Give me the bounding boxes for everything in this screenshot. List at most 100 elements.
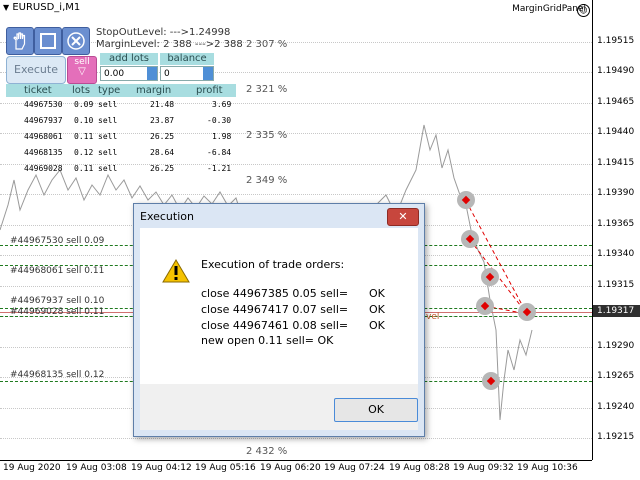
terminal-window: #44967530 sell 0.09 #44968061 sell 0.11 … [0, 0, 640, 480]
price-tick: 1.19215 [597, 432, 635, 442]
sell-button[interactable]: sell ▽ [67, 56, 97, 84]
table-row[interactable]: 44969028 0.11 sell 26.25 -1.21 [6, 161, 236, 177]
execution-status: OK [369, 287, 385, 300]
execution-status: OK [369, 319, 385, 332]
column-header: type [98, 85, 121, 96]
current-price-badge: 1.19317 [593, 305, 640, 317]
table-row[interactable]: 44967937 0.10 sell 23.87 -0.30 [6, 113, 236, 129]
new-open-line: new open 0.11 sell= OK [201, 334, 334, 347]
table-row[interactable]: 44968135 0.12 sell 28.64 -6.84 [6, 145, 236, 161]
cell-profit: -6.84 [207, 148, 232, 157]
add-lots-label: add lots [100, 53, 158, 65]
order-marker[interactable] [461, 230, 479, 248]
order-marker[interactable] [481, 268, 499, 286]
price-tick: 1.19240 [597, 402, 635, 412]
cell-type: sell [98, 164, 118, 173]
cell-type: sell [98, 132, 118, 141]
hand-tool-button[interactable] [6, 27, 34, 55]
maximize-button[interactable] [34, 27, 62, 55]
column-header: profit [196, 85, 223, 96]
cell-lots: 0.10 [74, 116, 94, 125]
time-tick: 19 Aug 03:08 [66, 463, 127, 473]
price-tick: 1.19440 [597, 127, 635, 137]
spinner-arrows-icon[interactable] [147, 67, 157, 80]
cell-lots: 0.11 [74, 132, 94, 141]
cell-margin: 28.64 [150, 148, 175, 157]
cell-lots: 0.12 [74, 148, 94, 157]
order-marker[interactable] [457, 191, 475, 209]
dialog-close-button[interactable]: ✕ [387, 208, 419, 226]
time-axis[interactable]: 19 Aug 2020 19 Aug 03:08 19 Aug 04:12 19… [0, 460, 592, 480]
execute-button[interactable]: Execute [6, 56, 66, 84]
add-lots-stepper[interactable]: 0.00 [100, 66, 158, 81]
dropdown-arrow-icon[interactable]: ▼ [3, 3, 9, 12]
price-axis[interactable]: 1.19515 1.19490 1.19465 1.19440 1.19415 … [592, 0, 640, 460]
balance-label: balance [160, 53, 214, 65]
square-icon [40, 33, 56, 49]
execution-line: close 44967417 0.07 sell= [201, 303, 349, 316]
cell-lots: 0.11 [74, 164, 94, 173]
cell-type: sell [98, 148, 118, 157]
price-tick: 1.19315 [597, 280, 635, 290]
order-marker[interactable] [476, 297, 494, 315]
table-row[interactable]: 44967530 0.09 sell 21.48 3.69 [6, 97, 236, 113]
close-icon: ✕ [398, 210, 408, 223]
cell-ticket: 44969028 [24, 164, 63, 173]
cell-lots: 0.09 [74, 100, 94, 109]
price-tick: 1.19340 [597, 249, 635, 259]
cell-profit: -1.21 [207, 164, 232, 173]
column-header: margin [136, 85, 172, 96]
panel-title: MarginGridPanel [512, 4, 586, 14]
cell-margin: 26.25 [150, 164, 175, 173]
price-tick: 1.19265 [597, 371, 635, 381]
time-tick: 19 Aug 07:24 [324, 463, 385, 473]
cell-ticket: 44967530 [24, 100, 63, 109]
dialog-title: Execution [140, 210, 194, 223]
time-tick: 19 Aug 06:20 [260, 463, 321, 473]
cell-ticket: 44968061 [24, 132, 63, 141]
hand-icon [13, 32, 26, 50]
order-marker[interactable] [482, 372, 500, 390]
balance-value: 0 [164, 69, 170, 79]
cell-profit: -0.30 [207, 116, 232, 125]
order-marker[interactable] [518, 303, 536, 321]
balance-stepper[interactable]: 0 [160, 66, 214, 81]
cell-type: sell [98, 116, 118, 125]
price-tick: 1.19365 [597, 219, 635, 229]
warning-icon [162, 259, 190, 283]
symbol-title: ▼ EURUSD_i,M1 [3, 2, 80, 13]
execution-line: close 44967461 0.08 sell= [201, 319, 349, 332]
cell-profit: 1.98 [212, 132, 232, 141]
cell-ticket: 44967937 [24, 116, 63, 125]
price-tick: 1.19490 [597, 66, 635, 76]
cell-margin: 21.48 [150, 100, 175, 109]
time-tick: 19 Aug 04:12 [131, 463, 192, 473]
close-circle-icon [67, 32, 85, 50]
price-tick: 1.19465 [597, 97, 635, 107]
column-header: ticket [24, 85, 52, 96]
symbol-name: EURUSD_i,M1 [12, 2, 81, 13]
close-panel-button[interactable] [62, 27, 90, 55]
ok-button[interactable]: OK [334, 398, 418, 422]
stop-out-level-text: StopOutLevel: --->1.24998 [96, 27, 231, 38]
time-tick: 19 Aug 2020 [3, 463, 61, 473]
dialog-heading: Execution of trade orders: [201, 258, 345, 271]
price-tick: 1.19515 [597, 36, 635, 46]
smiley-icon: ☺ [577, 4, 590, 17]
table-row[interactable]: 44968061 0.11 sell 26.25 1.98 [6, 129, 236, 145]
sell-arrow-icon: ▽ [78, 66, 86, 77]
spinner-arrows-icon[interactable] [203, 67, 213, 80]
cell-ticket: 44968135 [24, 148, 63, 157]
margin-level-text: MarginLevel: 2 388 --->2 388 [96, 39, 243, 50]
execution-line: close 44967385 0.05 sell= [201, 287, 349, 300]
time-tick: 19 Aug 10:36 [517, 463, 578, 473]
time-tick: 19 Aug 09:32 [453, 463, 514, 473]
execution-status: OK [369, 303, 385, 316]
column-header: lots [72, 85, 91, 96]
time-tick: 19 Aug 05:16 [195, 463, 256, 473]
dialog-footer: OK [140, 384, 418, 430]
time-tick: 19 Aug 08:28 [389, 463, 450, 473]
add-lots-value: 0.00 [104, 69, 125, 79]
cell-margin: 23.87 [150, 116, 175, 125]
execution-dialog: Execution ✕ Execution of trade orders: c… [133, 203, 425, 437]
